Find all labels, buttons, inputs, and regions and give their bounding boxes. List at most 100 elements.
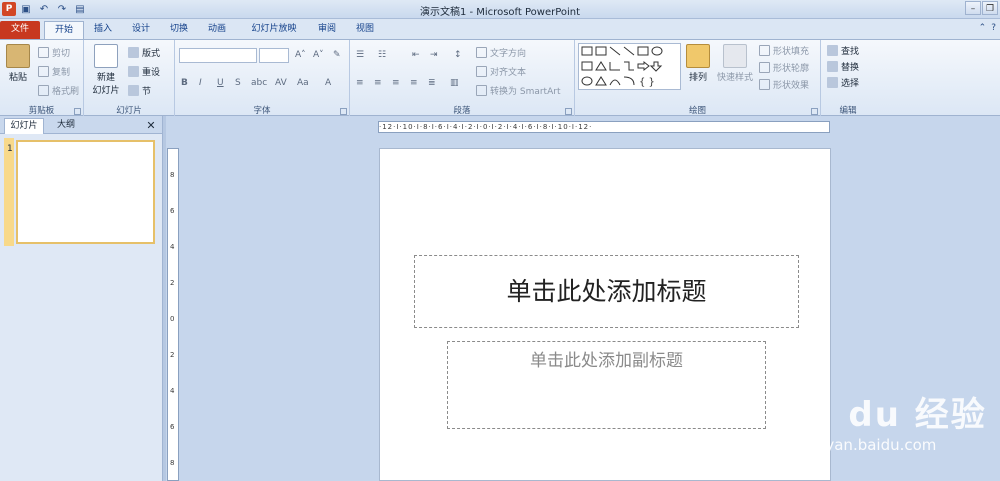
section-button[interactable]: 节 [128, 84, 151, 97]
format-painter-button[interactable]: 格式刷 [38, 84, 79, 97]
copy-button[interactable]: 复制 [38, 65, 70, 78]
layout-button[interactable]: 版式 [128, 46, 160, 59]
vruler-tick: 4 [170, 387, 175, 395]
cut-button[interactable]: 剪切 [38, 46, 70, 59]
find-button[interactable]: 查找 [827, 44, 859, 57]
subtitle-placeholder[interactable]: 单击此处添加副标题 [447, 341, 766, 429]
convert-smartart-button[interactable]: 转换为 SmartArt [476, 84, 560, 97]
clipboard-launcher-icon[interactable] [74, 108, 81, 115]
ribbon-right-controls: ⌃ ? [979, 23, 996, 33]
tab-review[interactable]: 审阅 [310, 21, 344, 39]
tab-animations[interactable]: 动画 [200, 21, 234, 39]
paragraph-launcher-icon[interactable] [565, 108, 572, 115]
baidu-watermark: Bai du 经验 jingyan.baidu.com [768, 375, 998, 465]
pen-icon [759, 62, 770, 73]
title-placeholder[interactable]: 单击此处添加标题 [414, 255, 799, 328]
close-panel-icon[interactable]: ✕ [144, 118, 158, 134]
drawing-launcher-icon[interactable] [811, 108, 818, 115]
copy-icon [38, 66, 49, 77]
tab-file[interactable]: 文件 [0, 21, 40, 39]
change-case-icon[interactable]: Aa [297, 78, 309, 88]
vruler-tick: 2 [170, 351, 175, 359]
tab-slideshow[interactable]: 幻灯片放映 [244, 21, 304, 39]
font-size-combo[interactable] [259, 48, 289, 63]
clear-format-icon[interactable]: ✎ [333, 50, 341, 60]
shrink-font-icon[interactable]: A˅ [313, 50, 324, 60]
tab-home[interactable]: 开始 [44, 21, 84, 39]
align-right-icon[interactable]: ≡ [392, 78, 400, 88]
tab-design[interactable]: 设计 [124, 21, 158, 39]
restore-icon[interactable]: ❐ [982, 1, 998, 15]
shadow-icon[interactable]: S [235, 78, 241, 88]
shape-outline-button[interactable]: 形状轮廓 [759, 61, 809, 74]
line-spacing-icon[interactable]: ↕ [454, 50, 462, 60]
minimize-ribbon-icon[interactable]: ⌃ [979, 23, 987, 33]
bullets-icon[interactable]: ☰ [356, 50, 364, 60]
text-direction-button[interactable]: 文字方向 [476, 46, 526, 59]
distributed-icon[interactable]: ≣ [428, 78, 436, 88]
replace-button[interactable]: 替换 [827, 60, 859, 73]
slide-canvas[interactable]: 单击此处添加标题 单击此处添加副标题 [379, 148, 831, 481]
text-direction-icon [476, 47, 487, 58]
bold-icon[interactable]: B [181, 78, 188, 88]
ribbon: 粘贴 剪切 复制 格式刷 剪贴板 新建 幻灯片 版式 重设 节 幻灯片 A˄ A… [0, 39, 1000, 117]
vruler-tick: 6 [170, 207, 175, 215]
vruler-tick: 0 [170, 315, 175, 323]
shapes-gallery[interactable]: { } [578, 43, 681, 90]
panel-tabs: 幻灯片 大纲 ✕ [0, 116, 162, 134]
font-launcher-icon[interactable] [340, 108, 347, 115]
slides-group-label: 幻灯片 [116, 106, 142, 116]
arrange-button[interactable]: 排列 [685, 44, 711, 83]
tab-view[interactable]: 视图 [348, 21, 382, 39]
tab-transitions[interactable]: 切换 [162, 21, 196, 39]
columns-icon[interactable]: ▥ [450, 78, 459, 88]
tab-insert[interactable]: 插入 [86, 21, 120, 39]
increase-indent-icon[interactable]: ⇥ [430, 50, 438, 60]
shape-fill-button[interactable]: 形状填充 [759, 44, 809, 57]
tab-outline-panel[interactable]: 大纲 [48, 118, 84, 134]
shape-effects-button[interactable]: 形状效果 [759, 78, 809, 91]
selected-slide-marker [4, 138, 14, 246]
watermark-brand: Bai du 经验 [768, 395, 987, 435]
quick-styles-button[interactable]: 快速样式 [715, 44, 755, 83]
paint-bucket-icon [759, 45, 770, 56]
help-icon[interactable]: ? [991, 23, 996, 33]
italic-icon[interactable]: I [199, 78, 202, 88]
justify-icon[interactable]: ≡ [410, 78, 418, 88]
align-text-button[interactable]: 对齐文本 [476, 65, 526, 78]
layout-icon [128, 47, 139, 58]
title-bar: P ▣ ↶ ↷ ▤ 演示文稿1 - Microsoft PowerPoint –… [0, 0, 1000, 19]
align-left-icon[interactable]: ≡ [356, 78, 364, 88]
font-name-combo[interactable] [179, 48, 257, 63]
quick-styles-icon [723, 44, 747, 68]
font-color-icon[interactable]: A [325, 78, 331, 88]
vruler-tick: 8 [170, 459, 175, 467]
reset-button[interactable]: 重设 [128, 65, 160, 78]
vruler-tick: 4 [170, 243, 175, 251]
underline-icon[interactable]: U [217, 78, 224, 88]
vruler-tick: 2 [170, 279, 175, 287]
new-slide-button[interactable]: 新建 幻灯片 [88, 44, 124, 96]
align-center-icon[interactable]: ≡ [374, 78, 382, 88]
shapes-icon: { } [581, 46, 663, 88]
vertical-ruler: 8 6 4 2 0 2 4 6 8 [167, 148, 179, 481]
svg-text:{ }: { } [639, 77, 655, 88]
strikethrough-icon[interactable]: abc [251, 78, 267, 88]
tab-slides-panel[interactable]: 幻灯片 [4, 118, 44, 134]
reset-icon [128, 66, 139, 77]
char-spacing-icon[interactable]: AV [275, 78, 287, 88]
new-slide-icon [94, 44, 118, 68]
ribbon-tab-row: 文件 开始 插入 设计 切换 动画 幻灯片放映 审阅 视图 ⌃ ? [0, 19, 1000, 39]
window-title: 演示文稿1 - Microsoft PowerPoint [419, 7, 581, 18]
drawing-group-label: 绘图 [688, 106, 706, 116]
clipboard-group: 粘贴 剪切 复制 格式刷 剪贴板 [0, 40, 84, 117]
select-button[interactable]: 选择 [827, 76, 859, 89]
watermark-url: jingyan.baidu.com [798, 436, 937, 454]
minimize-icon[interactable]: – [965, 1, 981, 15]
numbering-icon[interactable]: ☷ [378, 50, 386, 60]
slide-thumbnail[interactable] [16, 140, 155, 244]
decrease-indent-icon[interactable]: ⇤ [412, 50, 420, 60]
horizontal-ruler: ·12·I·10·I·8·I·6·I·4·I·2·I·0·I·2·I·4·I·6… [378, 121, 830, 133]
grow-font-icon[interactable]: A˄ [295, 50, 306, 60]
paste-button[interactable]: 粘贴 [4, 44, 32, 83]
